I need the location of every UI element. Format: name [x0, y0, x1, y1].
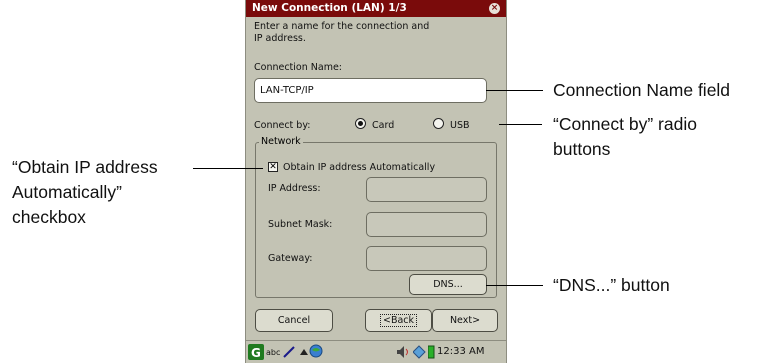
connection-name-field[interactable]: LAN-TCP/IP [254, 78, 487, 103]
callout-connection-name: Connection Name field [553, 80, 731, 100]
network-diamond-icon[interactable] [413, 345, 426, 359]
callout-line-obtain-ip [193, 168, 263, 169]
radio-card[interactable] [355, 118, 366, 129]
ip-address-label: IP Address: [268, 183, 321, 194]
battery-icon[interactable] [428, 345, 435, 359]
subnet-mask-field[interactable] [366, 212, 487, 237]
callout-obtain-ip-line3: checkbox [12, 207, 86, 227]
globe-icon[interactable] [309, 344, 323, 358]
dns-button[interactable]: DNS... [409, 274, 487, 295]
input-mode-label[interactable]: abc [266, 348, 280, 357]
intro-text-line2: IP address. [254, 33, 306, 44]
intro-text-line1: Enter a name for the connection and [254, 21, 430, 32]
radio-usb[interactable] [433, 118, 444, 129]
next-button[interactable]: Next> [432, 309, 498, 332]
callout-connect-by-line1: “Connect by” radio [553, 114, 697, 134]
gateway-label: Gateway: [268, 253, 313, 264]
back-button-label: <Back [379, 314, 418, 327]
callout-connect-by-line2: buttons [553, 139, 611, 159]
callout-obtain-ip-line1: “Obtain IP address [12, 157, 158, 177]
connection-name-value: LAN-TCP/IP [260, 85, 314, 96]
cancel-button[interactable]: Cancel [255, 309, 333, 332]
gateway-field[interactable] [366, 246, 487, 271]
callout-line-connect-by [499, 124, 542, 125]
pen-icon[interactable] [282, 345, 296, 359]
callout-line-dns [486, 285, 543, 286]
obtain-ip-checkbox[interactable]: ✕ [268, 162, 278, 172]
dialog-title: New Connection (LAN) 1/3 [252, 2, 407, 14]
obtain-ip-label: Obtain IP address Automatically [283, 162, 436, 173]
dialog-title-bar: New Connection (LAN) 1/3 × [246, 0, 506, 17]
back-button[interactable]: <Back [365, 309, 432, 332]
ip-address-field[interactable] [366, 177, 487, 202]
network-group-label: Network [259, 136, 303, 147]
radio-selected-dot [358, 121, 363, 126]
connect-by-label: Connect by: [254, 120, 311, 131]
radio-card-label: Card [372, 120, 395, 131]
clock[interactable]: 12:33 AM [437, 346, 484, 357]
callout-obtain-ip-line2: Automatically” [12, 182, 122, 202]
start-menu-icon[interactable]: G [248, 344, 264, 360]
radio-usb-label: USB [450, 120, 470, 131]
triangle-up-icon[interactable] [300, 349, 308, 355]
device-screen: New Connection (LAN) 1/3 × Enter a name … [245, 0, 507, 363]
subnet-mask-label: Subnet Mask: [268, 219, 333, 230]
callout-dns: “DNS...” button [553, 275, 670, 295]
speaker-icon[interactable] [396, 345, 411, 359]
taskbar: G abc 12:33 AM [246, 340, 506, 363]
connection-name-label: Connection Name: [254, 62, 343, 73]
svg-text:G: G [251, 346, 261, 360]
close-icon[interactable]: × [489, 3, 500, 14]
callout-line-connection-name [486, 90, 543, 91]
